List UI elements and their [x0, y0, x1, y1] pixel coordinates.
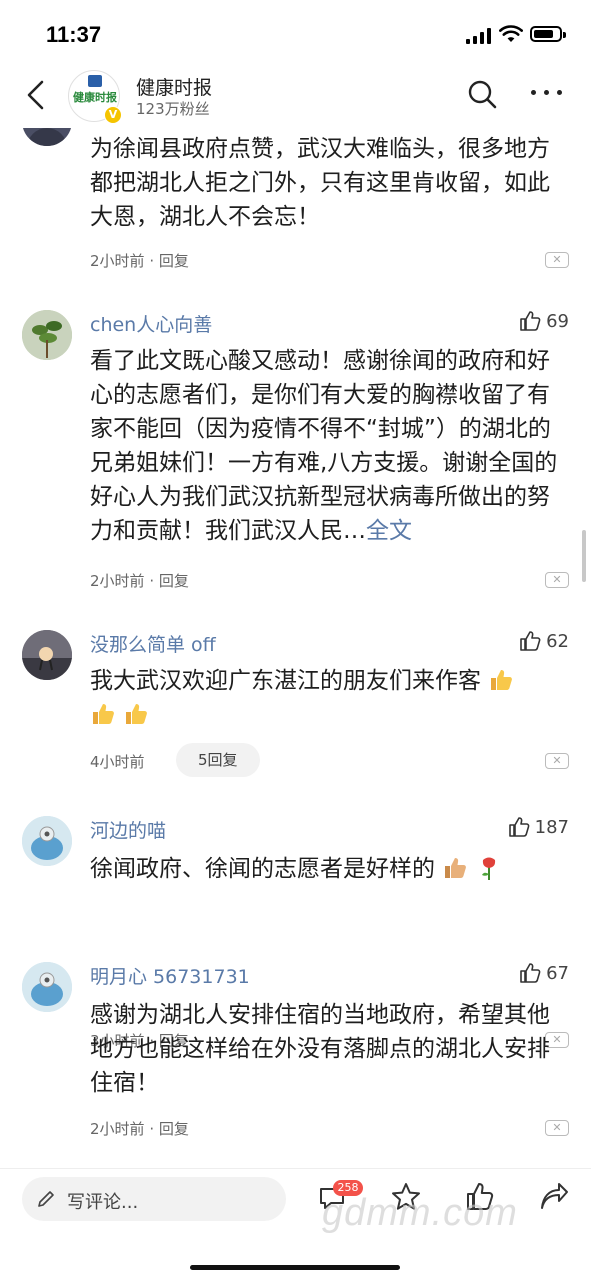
comment-meta: 2小时前 · 回复 [90, 1120, 189, 1138]
user-avatar[interactable] [22, 630, 72, 680]
like-button[interactable]: 187 [508, 816, 569, 838]
user-name[interactable]: chen人心向善 [90, 310, 212, 337]
reply-link[interactable]: 回复 [159, 572, 189, 590]
wifi-icon [499, 25, 523, 42]
comment-time: 2小时前 [90, 1120, 145, 1138]
signal-icon [466, 28, 492, 44]
like-button[interactable]: 62 [519, 630, 569, 652]
comment-list[interactable]: 为徐闻县政府点赞，武汉大难临头，很多地方都把湖北人拒之门外，只有这里肯收留，如此… [0, 128, 591, 1168]
write-comment-input[interactable]: 写评论... [22, 1177, 286, 1221]
user-name[interactable]: 明月心 56731731 [90, 962, 250, 989]
like-button[interactable]: 67 [519, 962, 569, 984]
thumbs-up-emoji-icon [126, 704, 148, 724]
user-avatar[interactable] [22, 128, 72, 146]
verified-badge: V [104, 106, 122, 124]
user-name[interactable]: 没那么简单 off [90, 630, 216, 657]
logo-mark-icon [88, 75, 102, 87]
thumbs-up-icon [520, 963, 541, 983]
account-name[interactable]: 健康时报 [136, 73, 212, 100]
fans-count: 123万粉丝 [136, 100, 210, 118]
watermark: gdmm.com [322, 1192, 518, 1234]
comment-time: 2小时前 [90, 252, 145, 270]
dismiss-icon[interactable]: ✕ [545, 572, 569, 588]
like-count: 67 [546, 962, 569, 984]
search-icon[interactable] [466, 78, 498, 110]
user-avatar[interactable] [22, 816, 72, 866]
comment-time: 4小时前 [90, 753, 145, 771]
reply-link[interactable]: 回复 [159, 1120, 189, 1138]
comment-text: 为徐闻县政府点赞，武汉大难临头，很多地方都把湖北人拒之门外，只有这里肯收留，如此… [90, 136, 550, 230]
thumbs-up-icon [520, 631, 541, 651]
comment-text-body: 我大武汉欢迎广东湛江的朋友们来作客 [90, 668, 481, 694]
pencil-icon [38, 1191, 54, 1207]
comment-text: 我大武汉欢迎广东湛江的朋友们来作客 [90, 664, 565, 732]
thumbs-up-icon [520, 311, 541, 331]
home-indicator[interactable] [190, 1265, 400, 1270]
dismiss-icon[interactable]: ✕ [545, 1120, 569, 1136]
replies-button[interactable]: 5回复 [176, 743, 260, 777]
account-header: 健康时报 V 健康时报 123万粉丝 [0, 64, 591, 128]
thumbs-up-emoji-icon [93, 704, 114, 724]
comment-meta: 2小时前 · 回复 [90, 252, 189, 270]
battery-icon [530, 26, 566, 42]
like-count: 62 [546, 630, 569, 652]
status-time: 11:37 [46, 22, 102, 47]
back-arrow-icon[interactable] [22, 78, 52, 112]
thumbs-up-emoji-icon [445, 858, 467, 878]
compose-placeholder: 写评论... [67, 1192, 139, 1213]
more-options-icon[interactable] [530, 90, 564, 98]
comment-text: 感谢为湖北人安排住宿的当地政府，希望其他地方也能这样给在外没有落脚点的湖北人安排… [90, 1002, 550, 1096]
user-name[interactable]: 河边的喵 [90, 816, 166, 843]
scrollbar[interactable] [582, 530, 586, 582]
expand-full-link[interactable]: 全文 [366, 518, 412, 544]
comment-text-body: 徐闻政府、徐闻的志愿者是好样的 [90, 856, 435, 882]
comment-text: 看了此文既心酸又感动！感谢徐闻的政府和好心的志愿者们，是你们有大爱的胸襟收留了有… [90, 344, 565, 548]
reply-link[interactable]: 回复 [159, 252, 189, 270]
thumbs-up-icon [508, 817, 530, 837]
thumbs-up-emoji-icon [491, 670, 513, 690]
status-bar: 11:37 [0, 0, 591, 64]
like-count: 69 [546, 310, 569, 332]
dismiss-icon[interactable]: ✕ [545, 753, 569, 769]
user-avatar[interactable] [22, 310, 72, 360]
comment-text-body: 看了此文既心酸又感动！感谢徐闻的政府和好心的志愿者们，是你们有大爱的胸襟收留了有… [90, 348, 558, 544]
rose-icon [481, 857, 495, 880]
comment-time: 2小时前 [90, 572, 145, 590]
comment-meta: 2小时前 · 回复 [90, 572, 189, 590]
comment-text: 徐闻政府、徐闻的志愿者是好样的 [90, 852, 565, 886]
like-count: 187 [534, 816, 569, 838]
dismiss-icon[interactable]: ✕ [545, 252, 569, 268]
share-icon[interactable] [538, 1181, 570, 1213]
logo-text: 健康时报 [73, 91, 117, 104]
user-avatar[interactable] [22, 962, 72, 1012]
like-button[interactable]: 69 [519, 310, 569, 332]
